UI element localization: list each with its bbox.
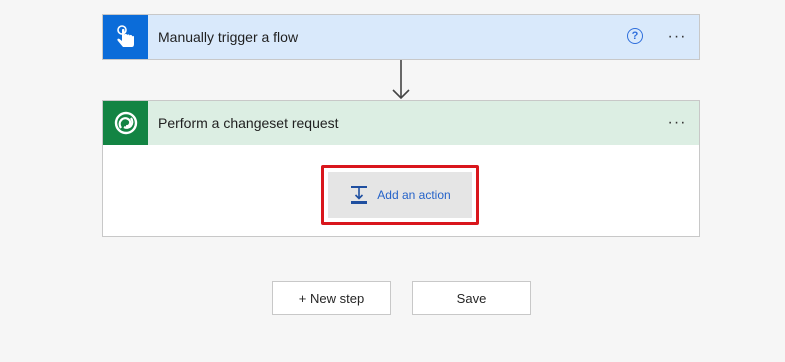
add-action-label: Add an action — [377, 188, 451, 202]
trigger-card[interactable]: Manually trigger a flow ? ··· — [102, 14, 700, 60]
more-options-icon[interactable]: ··· — [665, 113, 689, 133]
touch-hand-icon — [103, 15, 148, 59]
new-step-button[interactable]: + New step — [272, 281, 391, 315]
action-card-header[interactable]: Perform a changeset request ··· — [103, 101, 699, 145]
trigger-title: Manually trigger a flow — [158, 29, 299, 45]
help-icon[interactable]: ? — [627, 28, 643, 44]
more-options-icon[interactable]: ··· — [665, 27, 689, 47]
trigger-card-header[interactable]: Manually trigger a flow ? ··· — [103, 15, 699, 59]
add-action-button[interactable]: Add an action — [328, 172, 472, 218]
dataverse-icon — [103, 101, 148, 145]
add-action-highlight: Add an action — [321, 165, 479, 225]
save-button[interactable]: Save — [412, 281, 531, 315]
add-action-icon — [351, 186, 368, 204]
action-title: Perform a changeset request — [158, 115, 339, 131]
connector-arrow — [392, 60, 410, 100]
